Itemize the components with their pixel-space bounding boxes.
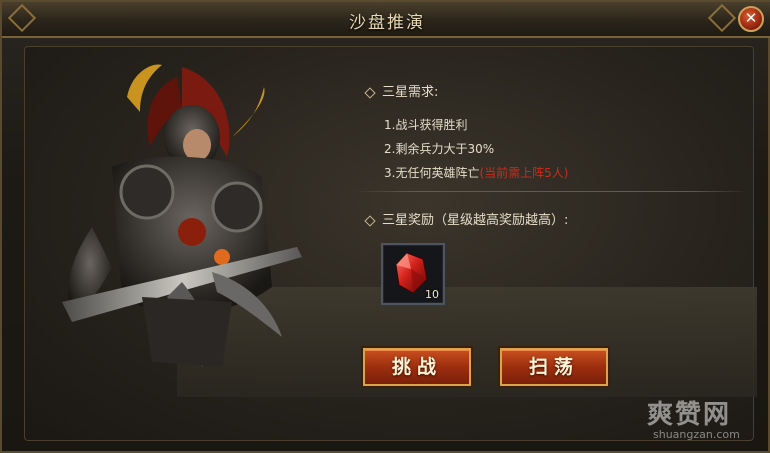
- requirement-text: 2.剩余兵力大于30%: [384, 142, 495, 156]
- window-title: 沙盘推演: [349, 13, 425, 33]
- requirement-text: 1.战斗获得胜利: [384, 118, 468, 132]
- challenge-button[interactable]: 挑战: [363, 348, 471, 386]
- watermark-logo: 爽赞网: [647, 400, 732, 430]
- reward-slot[interactable]: 10: [381, 243, 445, 305]
- sweep-button[interactable]: 扫荡: [500, 348, 608, 386]
- close-button[interactable]: ✕: [738, 6, 764, 32]
- diamond-bullet-icon: [364, 214, 376, 227]
- title-bar: 沙盘推演 ✕: [2, 2, 770, 38]
- reward-count: 10: [425, 288, 439, 301]
- requirement-text: 3.无任何英雄阵亡: [384, 166, 480, 180]
- section-divider: [354, 191, 749, 192]
- requirement-item: 1.战斗获得胜利: [384, 116, 467, 133]
- requirement-item: 3.无任何英雄阵亡(当前需上阵5人): [384, 164, 568, 181]
- rewards-header: 三星奖励（星级越高奖励越高）:: [364, 209, 569, 228]
- dialog-window: 沙盘推演 ✕ 三星需求: 1.战斗获得胜利 2.剩余兵力大于30% 3.无任何英…: [0, 0, 770, 453]
- rewards-header-label: 三星奖励（星级越高奖励越高）:: [382, 213, 569, 228]
- watermark-url: shuangzan.com: [653, 428, 740, 441]
- close-icon[interactable]: ✕: [745, 9, 758, 27]
- requirements-header: 三星需求:: [364, 81, 439, 100]
- warrior-portrait: [62, 64, 302, 367]
- diamond-bullet-icon: [364, 86, 376, 99]
- requirement-item: 2.剩余兵力大于30%: [384, 140, 494, 157]
- requirement-note: (当前需上阵5人): [479, 166, 569, 180]
- requirements-header-label: 三星需求:: [382, 85, 439, 100]
